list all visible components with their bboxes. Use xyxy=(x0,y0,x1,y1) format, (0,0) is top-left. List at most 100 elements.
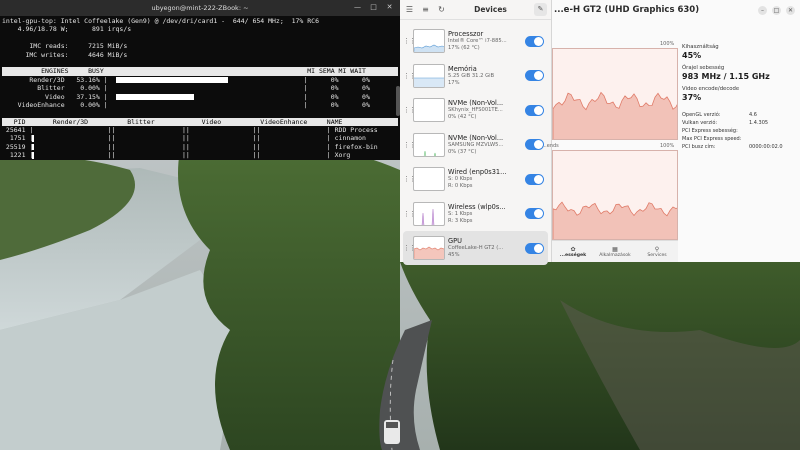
close-icon[interactable]: ✕ xyxy=(385,3,394,12)
device-toggle-switch[interactable] xyxy=(525,208,544,219)
device-toggle-switch[interactable] xyxy=(525,104,544,116)
device-toggle-switch[interactable] xyxy=(525,35,544,47)
device-graph-thumbnail xyxy=(413,29,445,53)
device-row-disk1[interactable]: ⋮⋮ NVMe (Non-Vol... SKhynix_HFS001TE... 0% … xyxy=(403,93,548,127)
client-row: 1751 | || || || | cinnamon xyxy=(2,134,398,142)
device-name: NVMe (Non-Vol... xyxy=(448,133,504,142)
device-row-wifi[interactable]: ⋮⋮ Wireless (wlp0s... S: 1 Kbps R: 3 Kbps xyxy=(403,197,548,231)
device-detail: S: 0 Kbps xyxy=(448,176,473,182)
terminal-output[interactable]: intel-gpu-top: Intel Coffeelake (Gen9) @… xyxy=(0,16,400,160)
drag-handle-icon[interactable]: ⋮⋮ xyxy=(403,141,416,149)
property-value: 1.4.305 xyxy=(749,120,769,126)
gpu-property-row: PCI Express sebesség: xyxy=(682,127,800,135)
drag-handle-icon[interactable]: ⋮⋮ xyxy=(403,175,416,183)
graph2-label: ...ends xyxy=(542,143,559,149)
client-row: 25519 | || || || | firefox-bin xyxy=(2,143,398,151)
property-key: PCI busz cím: xyxy=(682,144,716,150)
client-render-bar xyxy=(32,143,35,151)
terminal-titlebar[interactable]: ubyegon@mint-222-ZBook: ~ — □ ✕ xyxy=(0,0,400,16)
resources-sidebar[interactable]: ☰ ≡ ↻ Devices ✎ ⋮⋮ Processzor Intel® Core™… xyxy=(400,0,552,265)
usage-value: 45% xyxy=(682,51,702,60)
gpu-window-title: ...e-H GT2 (UHD Graphics 630) xyxy=(554,5,700,15)
close-icon[interactable]: ✕ xyxy=(786,5,795,15)
minimize-icon[interactable]: — xyxy=(353,3,362,12)
device-row-wired[interactable]: ⋮⋮ Wired (enp0s31... S: 0 Kbps R: 0 Kbps xyxy=(403,162,548,196)
property-key: Vulkan verzió: xyxy=(682,120,718,126)
video-label: Video encode/decode xyxy=(682,86,740,92)
view-list-icon[interactable]: ☰ xyxy=(404,4,415,15)
imc-writes-line: IMC writes: 4646 MiB/s xyxy=(2,50,128,59)
drag-handle-icon[interactable]: ⋮⋮ xyxy=(403,244,416,252)
gpu-titlebar[interactable]: ...e-H GT2 (UHD Graphics 630) – □ ✕ xyxy=(552,0,800,20)
clock-value: 983 MHz / 1.15 GHz xyxy=(682,72,770,81)
tab-icon: ✿ xyxy=(570,245,576,253)
property-key: Max PCI Express speed: xyxy=(682,136,742,142)
property-key: PCI Express sebesség: xyxy=(682,128,738,134)
gpu-tab-bar: ✿ ...ességek ▦ Alkalmazások ⚲ Services xyxy=(552,240,678,262)
video-value: 37% xyxy=(682,93,702,102)
drag-handle-icon[interactable]: ⋮⋮ xyxy=(403,210,416,218)
property-value: 4.6 xyxy=(749,112,757,118)
terminal-window[interactable]: ubyegon@mint-222-ZBook: ~ — □ ✕ intel-gp… xyxy=(0,0,400,160)
device-row-disk2[interactable]: ⋮⋮ NVMe (Non-Vol... SAMSUNG MZVLW5... 0% (3… xyxy=(403,128,548,162)
gpu-tab-1[interactable]: ▦ Alkalmazások xyxy=(594,241,636,262)
refresh-icon[interactable]: ↻ xyxy=(436,4,447,15)
device-status: R: 0 Kbps xyxy=(448,183,473,189)
device-toggle-switch[interactable] xyxy=(525,242,544,254)
maximize-icon[interactable]: □ xyxy=(772,5,781,15)
device-detail: SKhynix_HFS001TE... xyxy=(448,107,503,113)
engine-row-text: Blitter 0.00% | | 0% 0% xyxy=(2,84,370,93)
device-row-gpu[interactable]: ⋮⋮ GPU CoffeeLake-H GT2 (... 45% xyxy=(403,231,548,265)
edit-icon[interactable]: ✎ xyxy=(534,3,547,16)
gpu-tab-2[interactable]: ⚲ Services xyxy=(636,241,678,262)
property-key: OpenGL verzió: xyxy=(682,112,721,118)
minimize-icon[interactable]: – xyxy=(758,5,767,15)
gpu-property-row: OpenGL verzió: 4.6 xyxy=(682,111,800,119)
view-compact-icon[interactable]: ≡ xyxy=(420,4,431,15)
gpu-property-row: Vulkan verzió: 1.4.305 xyxy=(682,119,800,127)
engine-busy-bar xyxy=(116,93,194,100)
engine-busy-bar xyxy=(116,76,228,84)
device-graph-thumbnail xyxy=(413,132,445,157)
engine-row-text: VideoEnhance 0.00% | | 0% 0% xyxy=(2,100,370,109)
device-status: 0% (37 °C) xyxy=(448,148,477,155)
imc-reads-line: IMC reads: 7215 MiB/s xyxy=(2,42,128,51)
device-row-cpu[interactable]: ⋮⋮ Processzor Intel® Core™ i7-885... 17% (6… xyxy=(403,24,548,58)
device-status: 0% (42 °C) xyxy=(448,114,477,120)
device-name: Memória xyxy=(448,64,477,73)
client-row-text: 1751 | || || || | cinnamon xyxy=(2,134,366,143)
drag-handle-icon[interactable]: ⋮⋮ xyxy=(403,72,416,80)
device-toggle-switch[interactable] xyxy=(525,70,544,81)
gpu-usage-graph xyxy=(552,48,678,140)
device-name: Wireless (wlp0s... xyxy=(448,202,506,211)
client-row-text: 25641 | || || || | RDD Process xyxy=(2,126,378,135)
device-toggle-switch[interactable] xyxy=(525,173,544,185)
gpu-detail-window[interactable]: ...e-H GT2 (UHD Graphics 630) – □ ✕ 100%… xyxy=(542,0,800,262)
maximize-icon[interactable]: □ xyxy=(369,3,378,12)
device-graph-thumbnail xyxy=(413,201,445,226)
client-render-bar xyxy=(32,152,35,159)
drag-handle-icon[interactable]: ⋮⋮ xyxy=(403,37,416,45)
power-line: 4.96/18.78 W; 891 irqs/s xyxy=(2,25,132,34)
gpu-properties: Kihasználtság 45% Órajel sebesség 983 MH… xyxy=(682,44,800,151)
device-name: NVMe (Non-Vol... xyxy=(448,99,504,107)
client-row-text: 25519 | || || || | firefox-bin xyxy=(2,142,378,151)
gpu-tab-0[interactable]: ✿ ...ességek xyxy=(552,241,594,262)
device-graph-thumbnail xyxy=(413,167,445,191)
sidebar-header: ☰ ≡ ↻ Devices ✎ xyxy=(400,0,551,20)
device-graph-thumbnail xyxy=(413,63,445,88)
client-row: 1221 | || || || | Xorg xyxy=(2,151,398,159)
tab-label: ...ességek xyxy=(559,252,587,258)
device-detail: SAMSUNG MZVLW5... xyxy=(448,141,504,148)
gpu-top-header-line: intel-gpu-top: Intel Coffeelake (Gen9) @… xyxy=(2,17,319,25)
engines-header: ENGINES BUSY MI SEMA MI WAIT xyxy=(2,67,398,76)
engine-row: Video 37.15% | | 0% 0% xyxy=(2,93,398,101)
sidebar-title: Devices xyxy=(474,5,507,14)
tab-icon: ⚲ xyxy=(654,245,660,253)
device-name: Wired (enp0s31... xyxy=(448,168,507,176)
client-row-text: 1221 | || || || | Xorg xyxy=(2,151,351,160)
clock-label: Órajel sebesség xyxy=(682,65,725,71)
drag-handle-icon[interactable]: ⋮⋮ xyxy=(403,106,416,114)
device-row-mem[interactable]: ⋮⋮ Memória 5.25 GiB 31.2 GiB 17% xyxy=(403,59,548,93)
client-row: 25641 | || || || | RDD Process xyxy=(2,126,398,134)
